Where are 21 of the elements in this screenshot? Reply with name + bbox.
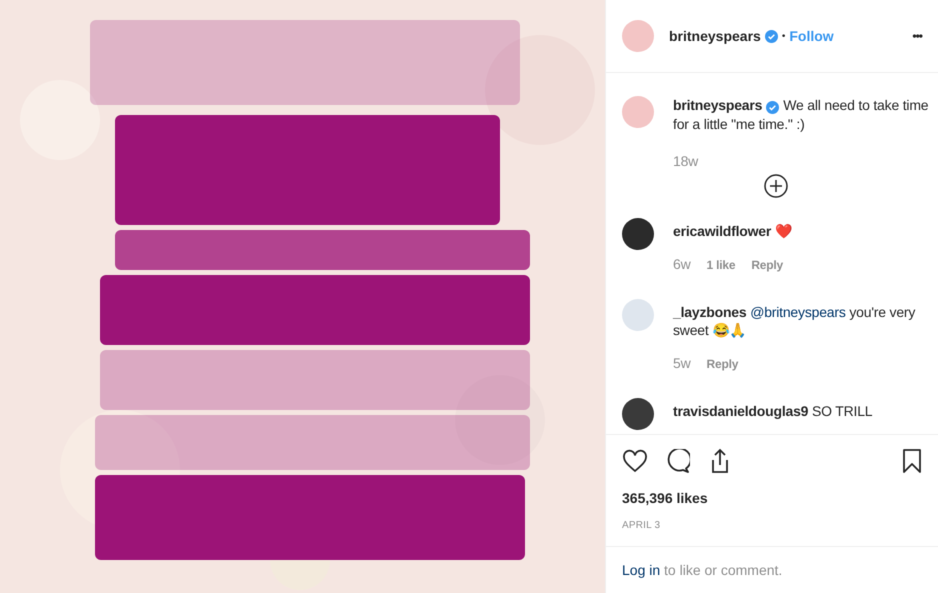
likes-count[interactable]: 365,396 likes bbox=[622, 488, 922, 509]
caption-text: britneyspears We all need to take time for a little "me time." :) bbox=[673, 96, 930, 133]
comment-icon[interactable] bbox=[666, 449, 690, 473]
login-link[interactable]: Log in bbox=[622, 562, 660, 578]
separator-dot: • bbox=[782, 30, 786, 44]
avatar[interactable] bbox=[622, 398, 654, 430]
add-icon[interactable] bbox=[764, 174, 788, 198]
heart-icon[interactable] bbox=[622, 449, 648, 473]
comment-text: travisdanieldouglas9 SO TRILL bbox=[673, 402, 872, 420]
comment-text: ericawildflower ❤ bbox=[673, 222, 792, 240]
timestamp: 5w bbox=[673, 354, 690, 373]
bookmark-icon[interactable] bbox=[902, 448, 922, 474]
comment-text: _layzbones @britneyspears you're very sweet 😂🙏 bbox=[673, 303, 916, 339]
mention-link[interactable]: @britneyspears bbox=[750, 304, 846, 320]
more-options-button[interactable]: ••• bbox=[912, 27, 922, 45]
login-prompt: Log in to like or comment. bbox=[622, 560, 782, 580]
post-date: APRIL 3 bbox=[622, 519, 662, 533]
avatar[interactable] bbox=[622, 218, 654, 250]
timestamp: 6w bbox=[673, 255, 690, 274]
username[interactable]: britneyspears bbox=[669, 26, 761, 46]
timestamp: 18w bbox=[673, 152, 700, 171]
